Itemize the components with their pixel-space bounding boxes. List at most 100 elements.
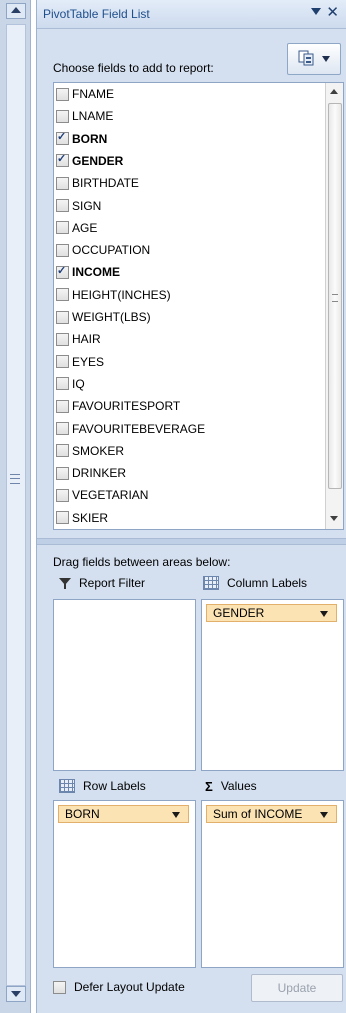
field-label: EYES: [72, 354, 105, 369]
field-checkbox[interactable]: [56, 109, 69, 123]
field-label: VEGETARIAN: [72, 488, 149, 503]
scroll-grip-icon: [332, 294, 338, 302]
panel-options-dropdown-icon[interactable]: [311, 8, 321, 15]
scroll-down-icon[interactable]: [330, 516, 338, 521]
scroll-track[interactable]: [6, 24, 26, 986]
field-label: SMOKER: [72, 443, 125, 458]
row-field-chip[interactable]: BORN: [58, 805, 189, 823]
scroll-down-icon[interactable]: [6, 986, 26, 1002]
field-item[interactable]: INCOME: [56, 263, 120, 281]
defer-layout-row: Defer Layout Update: [53, 980, 185, 994]
column-labels-label: Column Labels: [227, 576, 308, 590]
field-label: HEIGHT(INCHES): [72, 287, 171, 302]
row-labels-area[interactable]: BORN: [53, 800, 196, 968]
field-label: BORN: [72, 131, 108, 146]
field-checkbox[interactable]: [56, 310, 69, 324]
field-checkbox[interactable]: [56, 152, 69, 168]
scroll-thumb[interactable]: [328, 103, 342, 489]
field-checkbox[interactable]: [56, 87, 69, 101]
field-list-view-button[interactable]: [287, 43, 341, 75]
field-label: AGE: [72, 220, 98, 235]
choose-fields-row: Choose fields to add to report:: [37, 29, 346, 81]
field-label: BIRTHDATE: [72, 176, 139, 191]
values-area[interactable]: Sum of INCOME: [201, 800, 344, 968]
field-label: LNAME: [72, 109, 114, 124]
field-list[interactable]: SKIER VEGETARIAN DRINKER SMOKER FAVOURITEBEV…: [53, 82, 344, 530]
scroll-up-icon[interactable]: [330, 89, 338, 94]
field-checkbox[interactable]: [56, 332, 69, 346]
column-labels-area[interactable]: GENDER: [201, 599, 344, 771]
field-item[interactable]: AGE: [56, 219, 97, 237]
field-item[interactable]: VEGETARIAN: [56, 486, 148, 504]
field-label: FNAME: [72, 87, 114, 101]
column-labels-icon: [203, 576, 219, 590]
column-labels-header: Column Labels: [203, 573, 307, 593]
row-labels-icon: [59, 779, 75, 793]
field-item[interactable]: DRINKER: [56, 464, 126, 482]
field-checkbox[interactable]: [56, 444, 69, 458]
field-item[interactable]: SKIER: [56, 509, 108, 527]
field-item[interactable]: FAVOURITESPORT: [56, 397, 180, 415]
field-item[interactable]: GENDER: [56, 152, 123, 170]
close-icon[interactable]: ✕: [326, 5, 339, 20]
defer-layout-label: Defer Layout Update: [74, 980, 185, 994]
scroll-up-icon[interactable]: [6, 3, 26, 19]
update-button[interactable]: Update: [251, 974, 343, 1002]
field-list-scrollbar[interactable]: [325, 83, 343, 529]
report-filter-area[interactable]: [53, 599, 196, 771]
field-item[interactable]: WEIGHT(LBS): [56, 308, 151, 326]
field-label: HAIR: [72, 332, 101, 347]
field-item[interactable]: BIRTHDATE: [56, 174, 139, 192]
report-filter-label: Report Filter: [79, 576, 146, 590]
field-checkbox[interactable]: [56, 355, 69, 369]
field-item[interactable]: EYES: [56, 353, 104, 371]
field-label: SKIER: [72, 510, 109, 525]
field-checkbox[interactable]: [56, 288, 69, 302]
field-checkbox[interactable]: [56, 488, 69, 502]
field-checkbox[interactable]: [56, 243, 69, 257]
field-item[interactable]: BORN: [56, 130, 107, 148]
panel-splitter[interactable]: [37, 538, 346, 545]
field-checkbox[interactable]: [56, 466, 69, 480]
column-field-chip[interactable]: GENDER: [206, 604, 337, 622]
field-item[interactable]: SIGN: [56, 197, 101, 215]
field-item[interactable]: HEIGHT(INCHES): [56, 286, 171, 304]
chevron-down-icon[interactable]: [320, 611, 328, 617]
values-field-chip[interactable]: Sum of INCOME: [206, 805, 337, 823]
field-label: FAVOURITESPORT: [72, 399, 181, 414]
sigma-icon: Σ: [205, 778, 213, 794]
field-item[interactable]: IQ: [56, 375, 85, 393]
pivot-field-list-panel: PivotTable Field List ✕ Choose fields to…: [36, 0, 346, 1013]
field-checkbox[interactable]: [56, 377, 69, 391]
outer-scrollbar[interactable]: [0, 0, 31, 1013]
field-checkbox[interactable]: [56, 399, 69, 413]
field-checkbox[interactable]: [56, 199, 69, 212]
field-checkbox[interactable]: [56, 176, 69, 190]
field-checkbox[interactable]: [56, 264, 69, 279]
field-item[interactable]: FNAME: [56, 85, 114, 103]
scroll-grip-icon[interactable]: [10, 474, 20, 484]
choose-fields-label: Choose fields to add to report:: [53, 61, 214, 75]
row-labels-header: Row Labels: [59, 776, 146, 796]
field-item[interactable]: SMOKER: [56, 442, 124, 460]
values-label: Values: [220, 779, 257, 793]
column-field-label: GENDER: [213, 606, 265, 620]
field-checkbox[interactable]: [56, 221, 69, 235]
panel-title: PivotTable Field List: [43, 7, 150, 21]
field-item[interactable]: OCCUPATION: [56, 241, 150, 259]
field-checkbox[interactable]: [56, 130, 69, 146]
field-checkbox[interactable]: [56, 511, 69, 525]
field-item[interactable]: LNAME: [56, 107, 113, 125]
row-field-label: BORN: [65, 807, 100, 821]
drag-instruction: Drag fields between areas below:: [53, 555, 231, 569]
chevron-down-icon[interactable]: [320, 812, 328, 818]
field-label: FAVOURITEBEVERAGE: [72, 421, 206, 436]
chevron-down-icon[interactable]: [172, 812, 180, 818]
field-item[interactable]: FAVOURITEBEVERAGE: [56, 420, 205, 438]
field-label: SIGN: [72, 198, 102, 213]
defer-layout-checkbox[interactable]: [53, 980, 66, 994]
report-filter-header: Report Filter: [59, 573, 145, 593]
values-header: Σ Values: [205, 776, 257, 796]
field-checkbox[interactable]: [56, 422, 69, 435]
field-item[interactable]: HAIR: [56, 330, 101, 348]
